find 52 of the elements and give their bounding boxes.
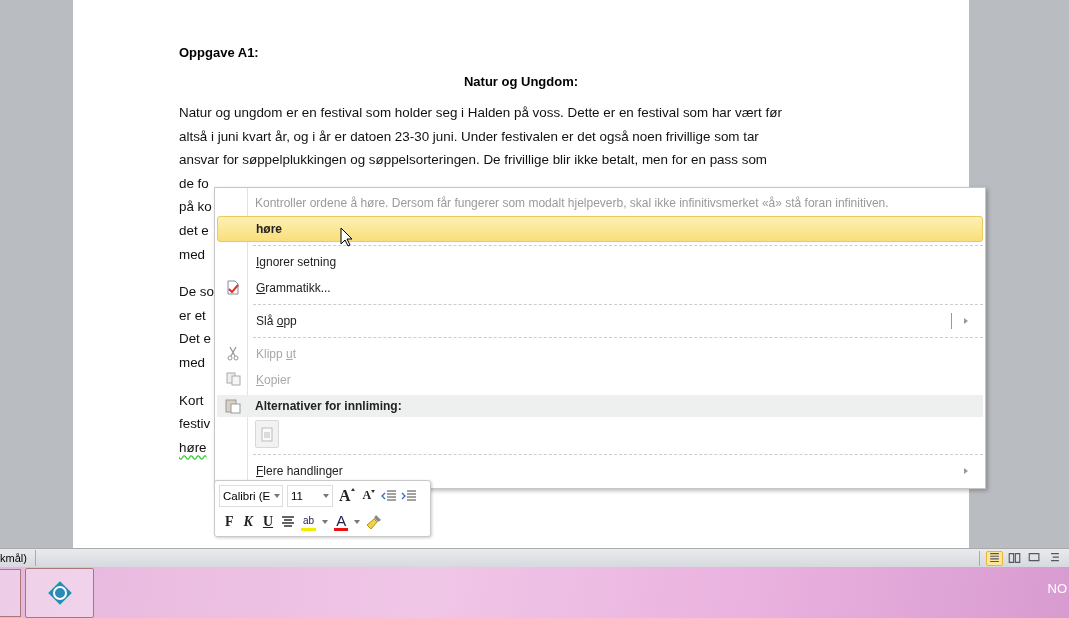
text-line: med <box>179 353 206 372</box>
copy-icon <box>226 372 242 386</box>
text-line: på ko <box>179 198 212 217</box>
bold-button[interactable]: F <box>223 510 236 533</box>
print-view-button[interactable] <box>986 550 1003 566</box>
document-icon <box>261 426 273 442</box>
brush-icon[interactable] <box>366 513 383 530</box>
view-icon <box>1007 551 1022 565</box>
highlight-button[interactable]: ab <box>301 512 317 531</box>
document-heading: Oppgave A1: <box>179 44 260 62</box>
text-line: de fo <box>179 174 209 193</box>
text-line: De so <box>179 283 214 302</box>
document-title: Natur og Ungdom: <box>462 73 580 91</box>
text-line: Natur og ungdom er en festival som holder seg i Halden på voss. Dette er en festival som har vært før <box>179 104 782 122</box>
text-line: det e <box>179 221 209 240</box>
grow-font-button[interactable]: A <box>337 484 357 507</box>
language-indicator[interactable]: kmål) <box>0 550 36 566</box>
text-line: høre <box>179 438 207 457</box>
grammar-check-icon <box>226 280 240 295</box>
text-line: med <box>179 245 206 264</box>
menu-item[interactable]: Ignorer setning <box>217 249 983 275</box>
view-icon <box>987 551 1002 565</box>
font-size-field[interactable]: 11 <box>287 484 333 507</box>
underline-button[interactable]: U <box>260 510 276 533</box>
text-line: festiv <box>179 415 211 434</box>
menu-item[interactable]: Slå opp <box>217 308 983 334</box>
text-line: ansvar for søppelplukkingen og søppelsorteringen. De frivillige blir ikke betalt, men for en pass som <box>179 151 767 170</box>
shrink-font-button[interactable]: A <box>360 484 378 507</box>
font-name-field[interactable]: Calibri (E <box>219 484 283 507</box>
taskbar-button[interactable] <box>0 569 21 617</box>
suggestion-item[interactable]: høre <box>217 216 983 242</box>
app-icon <box>46 580 73 606</box>
scissors-icon <box>226 346 240 361</box>
reading-view-button[interactable] <box>1006 550 1023 566</box>
italic-button[interactable]: K <box>241 510 255 533</box>
center-align-icon[interactable] <box>281 515 296 528</box>
taskbar-app-button[interactable] <box>25 568 94 618</box>
menu-item[interactable]: Flere handlinger <box>217 458 983 484</box>
menu-section-header: Alternativer for innliming: <box>217 395 983 417</box>
clipboard-icon <box>225 398 241 414</box>
menu-item[interactable]: Grammatikk... <box>217 275 983 301</box>
text-line: Det e <box>179 330 211 349</box>
indent-icon[interactable] <box>401 488 418 503</box>
font-color-button[interactable]: A <box>334 512 349 531</box>
text-line: altså i juni kvart år, og i år er datoen 23-30 juni. Under festivalen er det også noen frivillige som tar <box>179 127 759 146</box>
grammar-hint: Kontroller ordene å høre. Dersom får fungerer som modalt hjelpeverb, skal ikke infinitivsmerket «å» stå foran infinitiven. <box>254 195 890 212</box>
mouse-cursor-icon <box>340 227 353 247</box>
text-line: er et <box>179 306 206 325</box>
dropdown-arrow-icon[interactable] <box>322 519 329 524</box>
outdent-icon[interactable] <box>381 488 398 503</box>
text-line: Kort <box>179 391 204 410</box>
dropdown-arrow-icon[interactable] <box>354 519 361 524</box>
